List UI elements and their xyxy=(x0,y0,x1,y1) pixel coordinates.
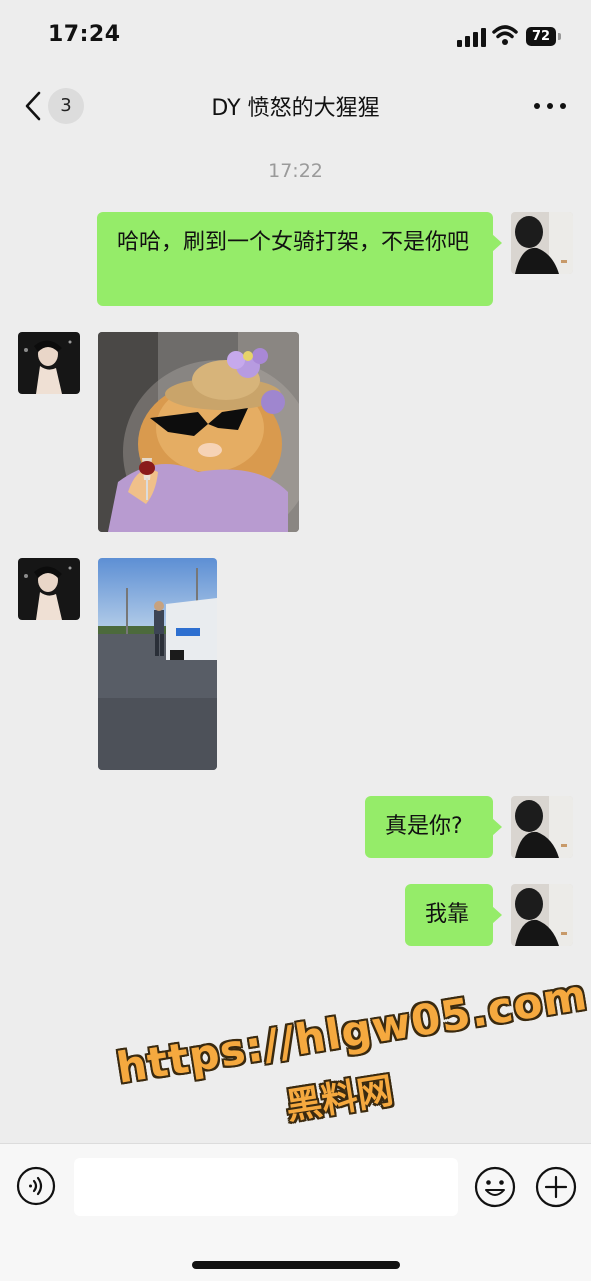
home-indicator[interactable] xyxy=(192,1261,400,1269)
message-text: 哈哈，刷到一个女骑打架，不是你吧 xyxy=(117,230,470,255)
more-dots-icon xyxy=(534,103,540,109)
watermark: https://hlgw05.com 黑料网 xyxy=(112,967,590,1173)
avatar-image xyxy=(18,332,80,394)
avatar-image xyxy=(511,884,573,946)
message-bubble-outgoing[interactable]: 我靠 xyxy=(405,884,502,946)
chat-title: DY 愤怒的大猩猩 xyxy=(211,96,380,121)
emoji-button[interactable] xyxy=(474,1166,516,1208)
road-photo-image xyxy=(98,558,217,770)
message-bubble-outgoing[interactable]: 真是你? xyxy=(365,796,502,858)
avatar-image xyxy=(511,796,573,858)
plus-icon xyxy=(535,1166,577,1208)
avatar-image xyxy=(18,558,80,620)
image-message-cat[interactable] xyxy=(98,332,299,532)
contact-avatar[interactable] xyxy=(18,332,80,394)
avatar-image xyxy=(511,212,573,274)
my-avatar[interactable] xyxy=(511,796,573,858)
my-avatar[interactable] xyxy=(511,212,573,274)
message-input-bar xyxy=(0,1143,591,1281)
more-options-button[interactable] xyxy=(530,96,570,116)
emoji-icon xyxy=(474,1166,516,1208)
wifi-icon xyxy=(492,25,518,45)
more-actions-button[interactable] xyxy=(535,1166,577,1208)
message-input[interactable] xyxy=(74,1158,458,1216)
battery-icon: 72 xyxy=(526,27,562,46)
message-text: 我靠 xyxy=(425,902,470,927)
status-bar: 17:24 72 xyxy=(0,0,591,70)
status-time: 17:24 xyxy=(48,22,121,47)
message-text: 真是你? xyxy=(385,814,463,839)
image-message-road[interactable] xyxy=(98,558,217,770)
battery-level: 72 xyxy=(531,29,551,44)
voice-input-button[interactable] xyxy=(16,1166,56,1206)
voice-icon xyxy=(16,1166,56,1206)
my-avatar[interactable] xyxy=(511,884,573,946)
cat-sunglasses-image xyxy=(98,332,299,532)
message-timestamp: 17:22 xyxy=(268,160,323,182)
chat-header: 3 DY 愤怒的大猩猩 xyxy=(0,70,591,140)
message-bubble-outgoing[interactable]: 哈哈，刷到一个女骑打架，不是你吧 xyxy=(97,212,502,306)
contact-avatar[interactable] xyxy=(18,558,80,620)
cellular-signal-icon xyxy=(457,28,486,47)
